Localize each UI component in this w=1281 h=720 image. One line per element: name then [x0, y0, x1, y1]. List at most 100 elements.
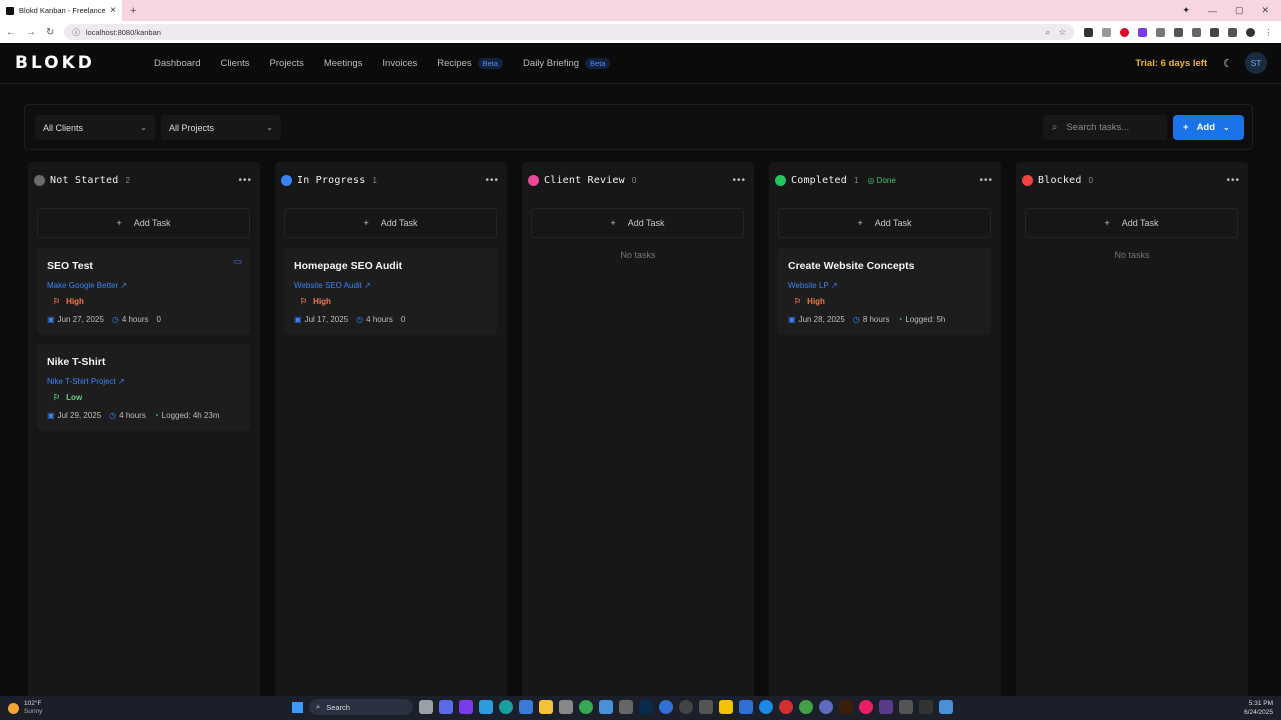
illustrator-icon[interactable]	[839, 700, 853, 714]
add-task-button[interactable]: + Add Task	[531, 208, 744, 238]
start-windows-icon[interactable]	[292, 701, 303, 713]
add-button[interactable]: + Add ⌄	[1173, 115, 1244, 140]
nav-dashboard[interactable]: Dashboard	[154, 58, 200, 69]
site-info-icon[interactable]: ⓘ	[72, 27, 80, 38]
comment-icon[interactable]: ▭	[233, 256, 242, 267]
more-options-icon[interactable]: •••	[238, 175, 252, 186]
app-icon[interactable]	[739, 700, 753, 714]
app-icon[interactable]	[939, 700, 953, 714]
task-card[interactable]: SEO Test ▭ Make Google Better ↗ ⚐ High ▣ J…	[37, 248, 250, 334]
column-in-progress: In Progress 1 ••• + Add Task Homepage SEO…	[275, 162, 507, 702]
extension-icon[interactable]	[1138, 27, 1148, 37]
add-task-button[interactable]: + Add Task	[778, 208, 991, 238]
add-task-button[interactable]: + Add Task	[284, 208, 497, 238]
bookmark-star-icon[interactable]: ☆	[1058, 27, 1066, 38]
task-card[interactable]: Nike T-Shirt Nike T-Shirt Project ↗ ⚐ Low…	[37, 344, 250, 430]
photoshop-icon[interactable]	[639, 700, 653, 714]
task-view-icon[interactable]	[419, 700, 433, 714]
column-title: In Progress	[297, 174, 366, 186]
nav-invoices[interactable]: Invoices	[382, 58, 417, 69]
new-tab-icon[interactable]: +	[130, 5, 136, 17]
menu-kebab-icon[interactable]: ⋮	[1264, 28, 1273, 37]
trial-status[interactable]: Trial: 6 days left	[1135, 58, 1207, 69]
nav-clients[interactable]: Clients	[220, 58, 249, 69]
app-icon[interactable]	[819, 700, 833, 714]
app-icon[interactable]	[519, 700, 533, 714]
reload-icon[interactable]: ↻	[46, 27, 54, 38]
chrome-icon[interactable]	[579, 700, 593, 714]
app-icon[interactable]	[599, 700, 613, 714]
file-explorer-icon[interactable]	[539, 700, 553, 714]
app-icon[interactable]	[899, 700, 913, 714]
app-icon[interactable]	[879, 700, 893, 714]
taskbar-search[interactable]: ⌕ Search	[309, 699, 413, 715]
app-icon[interactable]	[859, 700, 873, 714]
screenshot-extension-icon[interactable]	[1174, 27, 1184, 37]
task-project-link[interactable]: Nike T-Shirt Project ↗	[47, 377, 125, 386]
task-card[interactable]: Create Website Concepts Website LP ↗ ⚐ Hi…	[778, 248, 991, 334]
close-tab-icon[interactable]: ×	[110, 5, 116, 16]
nav-recipes[interactable]: Recipes Beta	[437, 57, 504, 69]
app-icon[interactable]	[779, 700, 793, 714]
task-card[interactable]: Homepage SEO Audit Website SEO Audit ↗ ⚐…	[284, 248, 497, 334]
add-task-button[interactable]: + Add Task	[1025, 208, 1238, 238]
logo[interactable]: BLOKD	[15, 53, 135, 73]
app-icon[interactable]	[479, 700, 493, 714]
nav-projects[interactable]: Projects	[270, 58, 304, 69]
app-icon[interactable]	[439, 700, 453, 714]
app-icon[interactable]	[679, 700, 693, 714]
project-filter-select[interactable]: All Projects ⌄	[161, 115, 281, 140]
sticky-notes-icon[interactable]	[719, 700, 733, 714]
browser-tab[interactable]: Blokd Kanban - Freelancer Pro ×	[0, 0, 122, 21]
app-icon[interactable]	[699, 700, 713, 714]
close-window-icon[interactable]: ✕	[1261, 5, 1269, 16]
task-project-link[interactable]: Website LP ↗	[788, 281, 838, 290]
sidebar-icon[interactable]	[1228, 27, 1238, 37]
avatar[interactable]: ST	[1245, 52, 1267, 74]
client-filter-select[interactable]: All Clients ⌄	[35, 115, 155, 140]
app-icon[interactable]	[619, 700, 633, 714]
weather-widget[interactable]: 102°F Sunny	[8, 700, 42, 716]
more-options-icon[interactable]: •••	[732, 175, 746, 186]
address-toolbar: ← → ↻ ⓘ localhost:8080/kanban ⌕ ☆ ⋮	[0, 21, 1281, 43]
plus-icon: +	[1104, 218, 1110, 228]
priority-badge: ⚐ High	[300, 297, 331, 306]
search-input[interactable]: ⌕ Search tasks...	[1043, 115, 1167, 140]
theme-toggle-moon-icon[interactable]: ☾	[1223, 57, 1233, 70]
task-project-link[interactable]: Make Google Better ↗	[47, 281, 127, 290]
profile-icon[interactable]	[1246, 27, 1256, 37]
task-project-link[interactable]: Website SEO Audit ↗	[294, 281, 371, 290]
nav-meetings[interactable]: Meetings	[324, 58, 363, 69]
app-icon[interactable]	[799, 700, 813, 714]
clock-icon: ◷	[356, 315, 364, 324]
app-icon[interactable]	[759, 700, 773, 714]
column-count: 2	[125, 175, 130, 185]
back-icon[interactable]: ←	[6, 27, 16, 38]
pinterest-extension-icon[interactable]	[1120, 27, 1130, 37]
system-clock[interactable]: 5:31 PM 6/24/2025	[1244, 699, 1273, 717]
camera-extension-icon[interactable]	[1102, 27, 1112, 37]
app-icon[interactable]	[919, 700, 933, 714]
nav-daily-briefing[interactable]: Daily Briefing Beta	[523, 57, 611, 69]
extension-icon[interactable]	[1084, 27, 1094, 37]
forward-icon[interactable]: →	[26, 27, 36, 38]
zoom-icon[interactable]: ⌕	[1045, 27, 1050, 38]
more-options-icon[interactable]: •••	[1226, 175, 1240, 186]
comment-count: 0	[156, 315, 161, 324]
minimize-icon[interactable]: —	[1208, 6, 1217, 16]
maximize-icon[interactable]: ▢	[1235, 5, 1244, 16]
extension-pin-icon[interactable]: ✦	[1182, 5, 1190, 16]
extension-icon[interactable]	[1210, 27, 1220, 37]
column-title: Not Started	[50, 174, 119, 186]
puzzle-extensions-icon[interactable]	[1192, 27, 1202, 37]
more-options-icon[interactable]: •••	[979, 175, 993, 186]
status-dot	[281, 174, 292, 186]
edge-icon[interactable]	[499, 700, 513, 714]
add-task-button[interactable]: + Add Task	[37, 208, 250, 238]
app-icon[interactable]	[559, 700, 573, 714]
url-field[interactable]: ⓘ localhost:8080/kanban ⌕ ☆	[64, 24, 1075, 40]
more-options-icon[interactable]: •••	[485, 175, 499, 186]
app-icon[interactable]	[659, 700, 673, 714]
extension-icon[interactable]	[1156, 27, 1166, 37]
app-icon[interactable]	[459, 700, 473, 714]
